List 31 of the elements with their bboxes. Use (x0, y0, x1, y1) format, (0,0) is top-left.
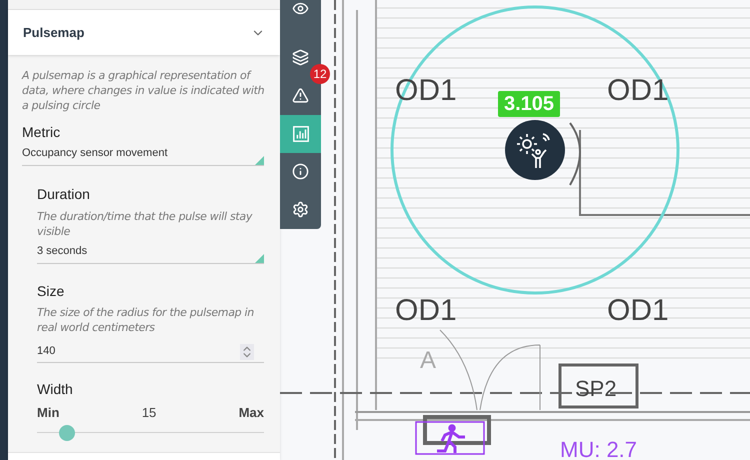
zone-label: MU: 2.7 (560, 440, 638, 460)
bar-chart-icon (292, 124, 310, 143)
select-field[interactable]: 3 seconds (37, 242, 264, 264)
notification-badge: 12 (310, 64, 330, 84)
door-label: A (420, 346, 436, 376)
slider-max-label: Max (238, 404, 264, 422)
slider-value: 15 (142, 404, 156, 422)
sensor-marker-icon (505, 120, 565, 180)
select-field[interactable]: Occupancy sensor movement (22, 144, 264, 166)
sensor-value-badge: 3.105 (498, 91, 560, 117)
eye-icon (292, 0, 309, 17)
field-label: Metric (22, 123, 62, 142)
slider-thumb[interactable] (58, 424, 74, 440)
exit-sign-icon (415, 421, 485, 455)
info-icon (292, 163, 309, 180)
layers-icon (292, 48, 309, 66)
room-label: OD1 (607, 293, 669, 329)
panel-header[interactable]: Pulsemap (8, 10, 280, 55)
settings-icon (292, 201, 309, 218)
room-label: OD1 (395, 293, 457, 329)
description-text: A pulsemap is a graphical representation of data, where changes in value is indicated with a pulsing circle (22, 68, 266, 113)
field-label: Size (37, 282, 66, 301)
field-label: Width (37, 380, 74, 399)
description-text: The size of the radius for the pulsemap in real world centimeters (37, 305, 255, 335)
slider-track[interactable] (37, 424, 264, 440)
description-text: The duration/time that the pulse will stay visible (37, 209, 254, 239)
panel-title: Pulsemap (23, 24, 84, 42)
field-label: Duration (37, 185, 91, 204)
slider-min-label: Min (37, 404, 60, 422)
warning-icon (292, 86, 309, 104)
number-input[interactable]: 140 (37, 341, 264, 363)
